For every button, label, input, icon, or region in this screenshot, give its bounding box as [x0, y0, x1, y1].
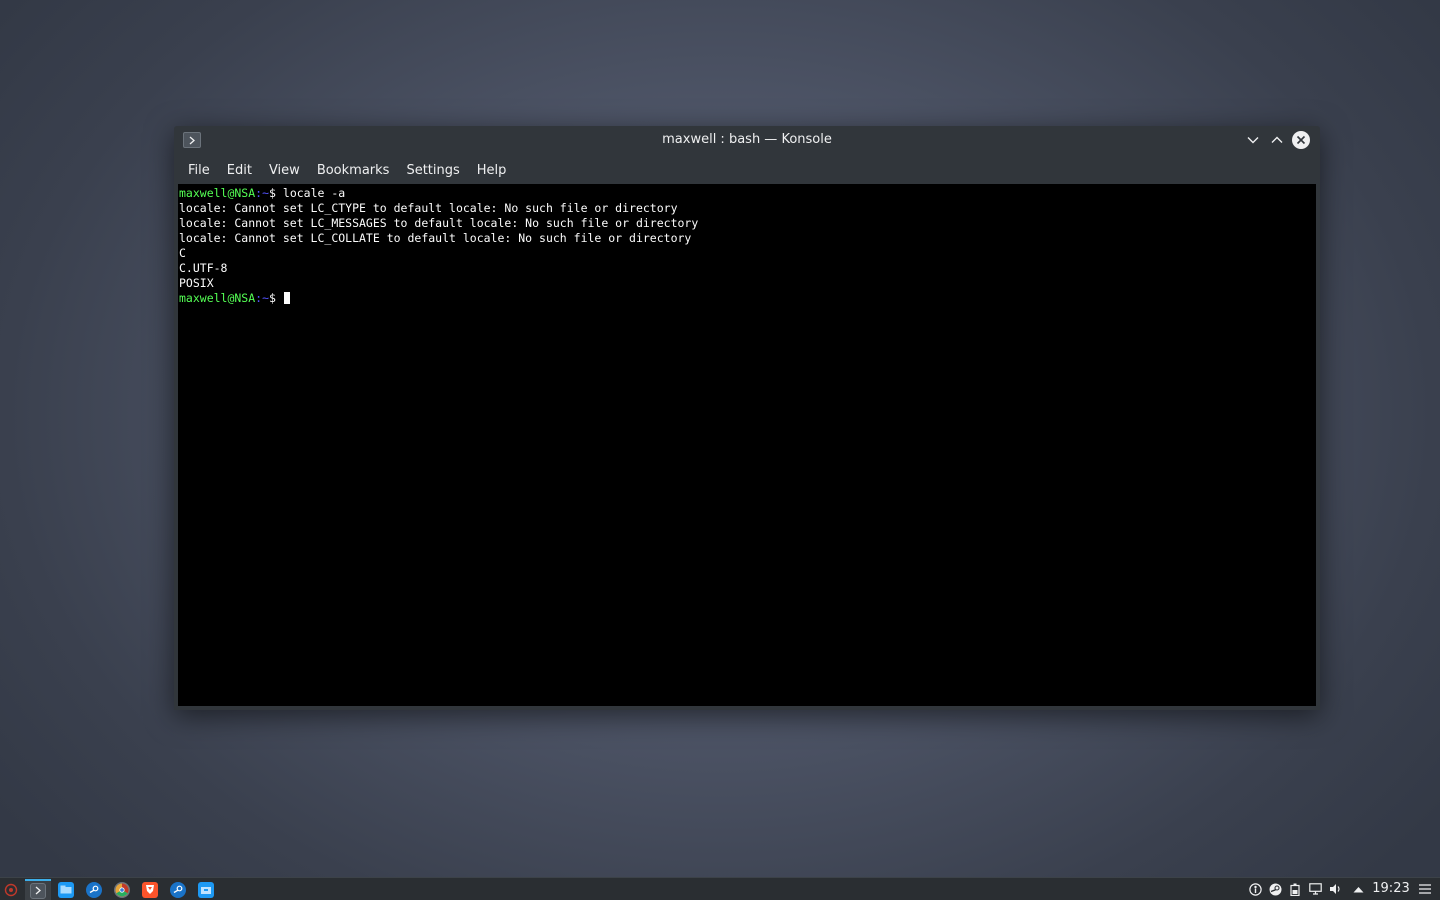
close-button[interactable]: [1292, 131, 1310, 149]
output-line: POSIX: [179, 276, 214, 290]
output-line: C: [179, 246, 186, 260]
network-tray[interactable]: [1308, 882, 1322, 896]
minimize-button[interactable]: [1244, 131, 1262, 149]
output-line: locale: Cannot set LC_COLLATE to default…: [179, 231, 692, 245]
volume-tray[interactable]: [1328, 882, 1342, 896]
menu-file[interactable]: File: [180, 159, 218, 182]
prompt-symbol: $: [269, 291, 283, 305]
current-prompt-line: maxwell@NSA:~$: [179, 291, 1316, 306]
steam-icon: [170, 881, 186, 898]
application-launcher[interactable]: [2, 881, 20, 899]
prompt-path: :~: [255, 291, 270, 305]
task-konsole[interactable]: [25, 879, 51, 900]
window-title: maxwell : bash — Konsole: [662, 132, 832, 147]
tray-expand-button[interactable]: [1351, 882, 1365, 896]
konsole-icon: [30, 882, 46, 899]
task-chromium[interactable]: [109, 879, 135, 900]
chromium-icon: [114, 881, 130, 898]
chevron-down-icon: [1247, 137, 1259, 144]
prompt-user: maxwell@NSA: [179, 186, 256, 200]
task-steam-2[interactable]: [165, 879, 191, 900]
prompt-user: maxwell@NSA: [179, 291, 256, 305]
output-line: locale: Cannot set LC_CTYPE to default l…: [179, 201, 678, 215]
menu-settings[interactable]: Settings: [398, 159, 467, 182]
menu-bar: File Edit View Bookmarks Settings Help: [174, 156, 1320, 184]
task-file-manager[interactable]: [53, 879, 79, 900]
menu-icon: [1419, 884, 1431, 894]
prompt-symbol: $: [269, 186, 283, 200]
task-steam[interactable]: [81, 879, 107, 900]
chevron-up-icon: [1271, 136, 1283, 143]
task-brave[interactable]: [137, 879, 163, 900]
brave-icon: [142, 881, 158, 898]
package-icon: [198, 881, 214, 898]
accessibility-icon: [1248, 882, 1262, 896]
prompt-path: :~: [255, 186, 270, 200]
panel-menu-button[interactable]: [1418, 882, 1432, 896]
file-manager-icon: [58, 881, 74, 898]
output-line: C.UTF-8: [179, 261, 228, 275]
clock[interactable]: 19:23: [1370, 878, 1412, 900]
accessibility-tray[interactable]: [1248, 882, 1262, 896]
title-bar[interactable]: maxwell : bash — Konsole: [174, 126, 1320, 154]
steam-icon: [86, 881, 102, 898]
konsole-window: maxwell : bash — Konsole File Edit View …: [174, 126, 1320, 710]
output-line: locale: Cannot set LC_MESSAGES to defaul…: [179, 216, 699, 230]
task-package-manager[interactable]: [193, 879, 219, 900]
launcher-icon: [4, 883, 18, 897]
steam-icon: [1269, 883, 1281, 895]
command-line: maxwell@NSA:~$ locale -a: [179, 186, 1316, 201]
maximize-button[interactable]: [1268, 131, 1286, 149]
taskbar: 19:23: [0, 877, 1440, 900]
close-icon: [1296, 135, 1306, 145]
battery-tray[interactable]: [1288, 882, 1302, 896]
expand-arrow-icon: [1353, 886, 1363, 892]
network-icon: [1308, 883, 1322, 895]
battery-icon: [1290, 883, 1300, 896]
menu-edit[interactable]: Edit: [219, 159, 260, 182]
command-text: locale -a: [282, 186, 346, 200]
text-cursor: [283, 292, 290, 304]
steam-tray[interactable]: [1268, 882, 1282, 896]
menu-help[interactable]: Help: [469, 159, 515, 182]
volume-icon: [1329, 884, 1340, 894]
menu-bookmarks[interactable]: Bookmarks: [309, 159, 398, 182]
menu-view[interactable]: View: [261, 159, 308, 182]
terminal-area[interactable]: maxwell@NSA:~$ locale -a locale: Cannot …: [178, 184, 1316, 706]
